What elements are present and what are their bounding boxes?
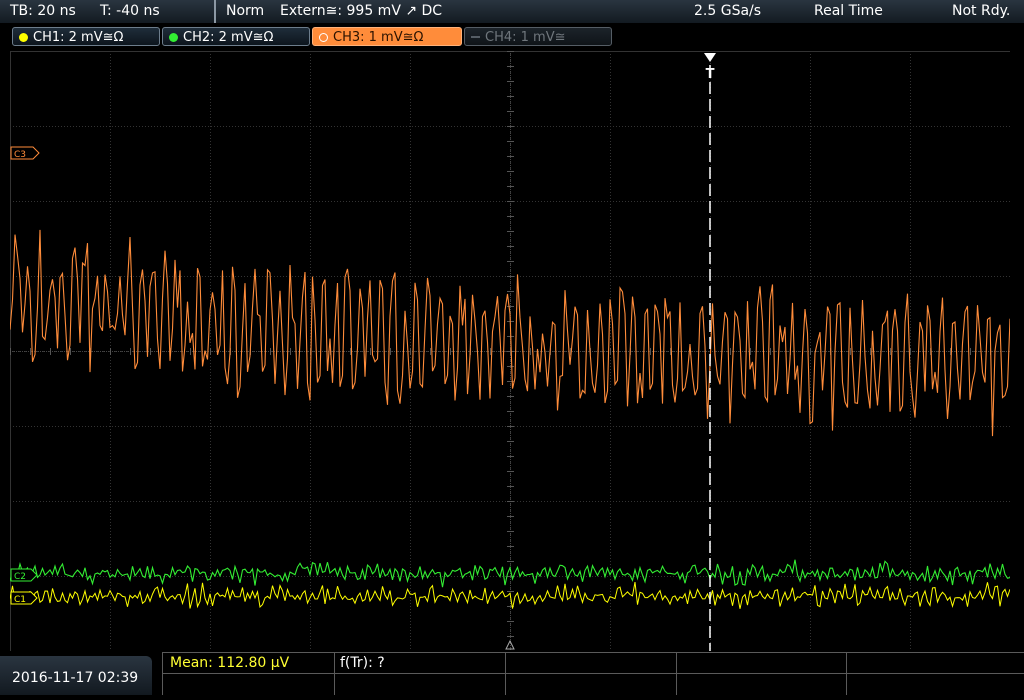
channel-3-button[interactable]: CH3: 1 mV≅Ω (312, 27, 462, 46)
channel-4-button[interactable]: CH4: 1 mV≅ (464, 27, 612, 46)
bottom-bar: 2016-11-17 02:39 Mean: 112.80 µV f(Tr): … (0, 652, 1024, 695)
channel-2-indicator-icon (169, 33, 178, 42)
ch2-marker-label: C2 (14, 572, 26, 582)
measurement-table (162, 652, 1024, 695)
datetime-label: 2016-11-17 02:39 (12, 670, 139, 686)
channel-1-label: CH1: 2 mV≅Ω (33, 30, 124, 45)
waveform-display[interactable]: T C3 C2 C1 (10, 51, 1010, 651)
run-status-readout[interactable]: Not Rdy. (952, 0, 1010, 23)
channel-2-button[interactable]: CH2: 2 mV≅Ω (162, 27, 310, 46)
channel-bar: CH1: 2 mV≅Ω CH2: 2 mV≅Ω CH3: 1 mV≅Ω CH4:… (0, 24, 1024, 49)
channel-1-button[interactable]: CH1: 2 mV≅Ω (12, 27, 160, 46)
acquisition-mode-readout[interactable]: Real Time (814, 0, 883, 23)
channel-4-off-icon (471, 36, 480, 38)
trigger-marker-label: T (706, 67, 715, 82)
ch1-marker-label: C1 (14, 595, 26, 605)
measurement-rise-frequency[interactable]: f(Tr): ? (340, 653, 385, 673)
ch3-marker-label: C3 (14, 150, 26, 160)
status-bar: TB: 20 ns T: -40 ns Norm Extern≅: 995 mV… (0, 0, 1024, 23)
sample-rate-readout[interactable]: 2.5 GSa/s (694, 0, 761, 23)
timebase-readout[interactable]: TB: 20 ns (10, 0, 76, 23)
status-bar-divider (214, 0, 216, 23)
trigger-source-readout[interactable]: Extern≅: 995 mV ↗ DC (280, 0, 442, 23)
trigger-time-readout[interactable]: T: -40 ns (100, 0, 160, 23)
datetime-display: 2016-11-17 02:39 (0, 656, 152, 695)
channel-1-indicator-icon (19, 33, 28, 42)
channel-4-label: CH4: 1 mV≅ (485, 30, 566, 45)
channel-2-label: CH2: 2 mV≅Ω (183, 30, 274, 45)
channel-3-indicator-icon (319, 33, 328, 42)
trigger-mode-readout[interactable]: Norm (226, 0, 264, 23)
channel-3-label: CH3: 1 mV≅Ω (333, 30, 424, 45)
measurement-mean[interactable]: Mean: 112.80 µV (170, 653, 289, 673)
